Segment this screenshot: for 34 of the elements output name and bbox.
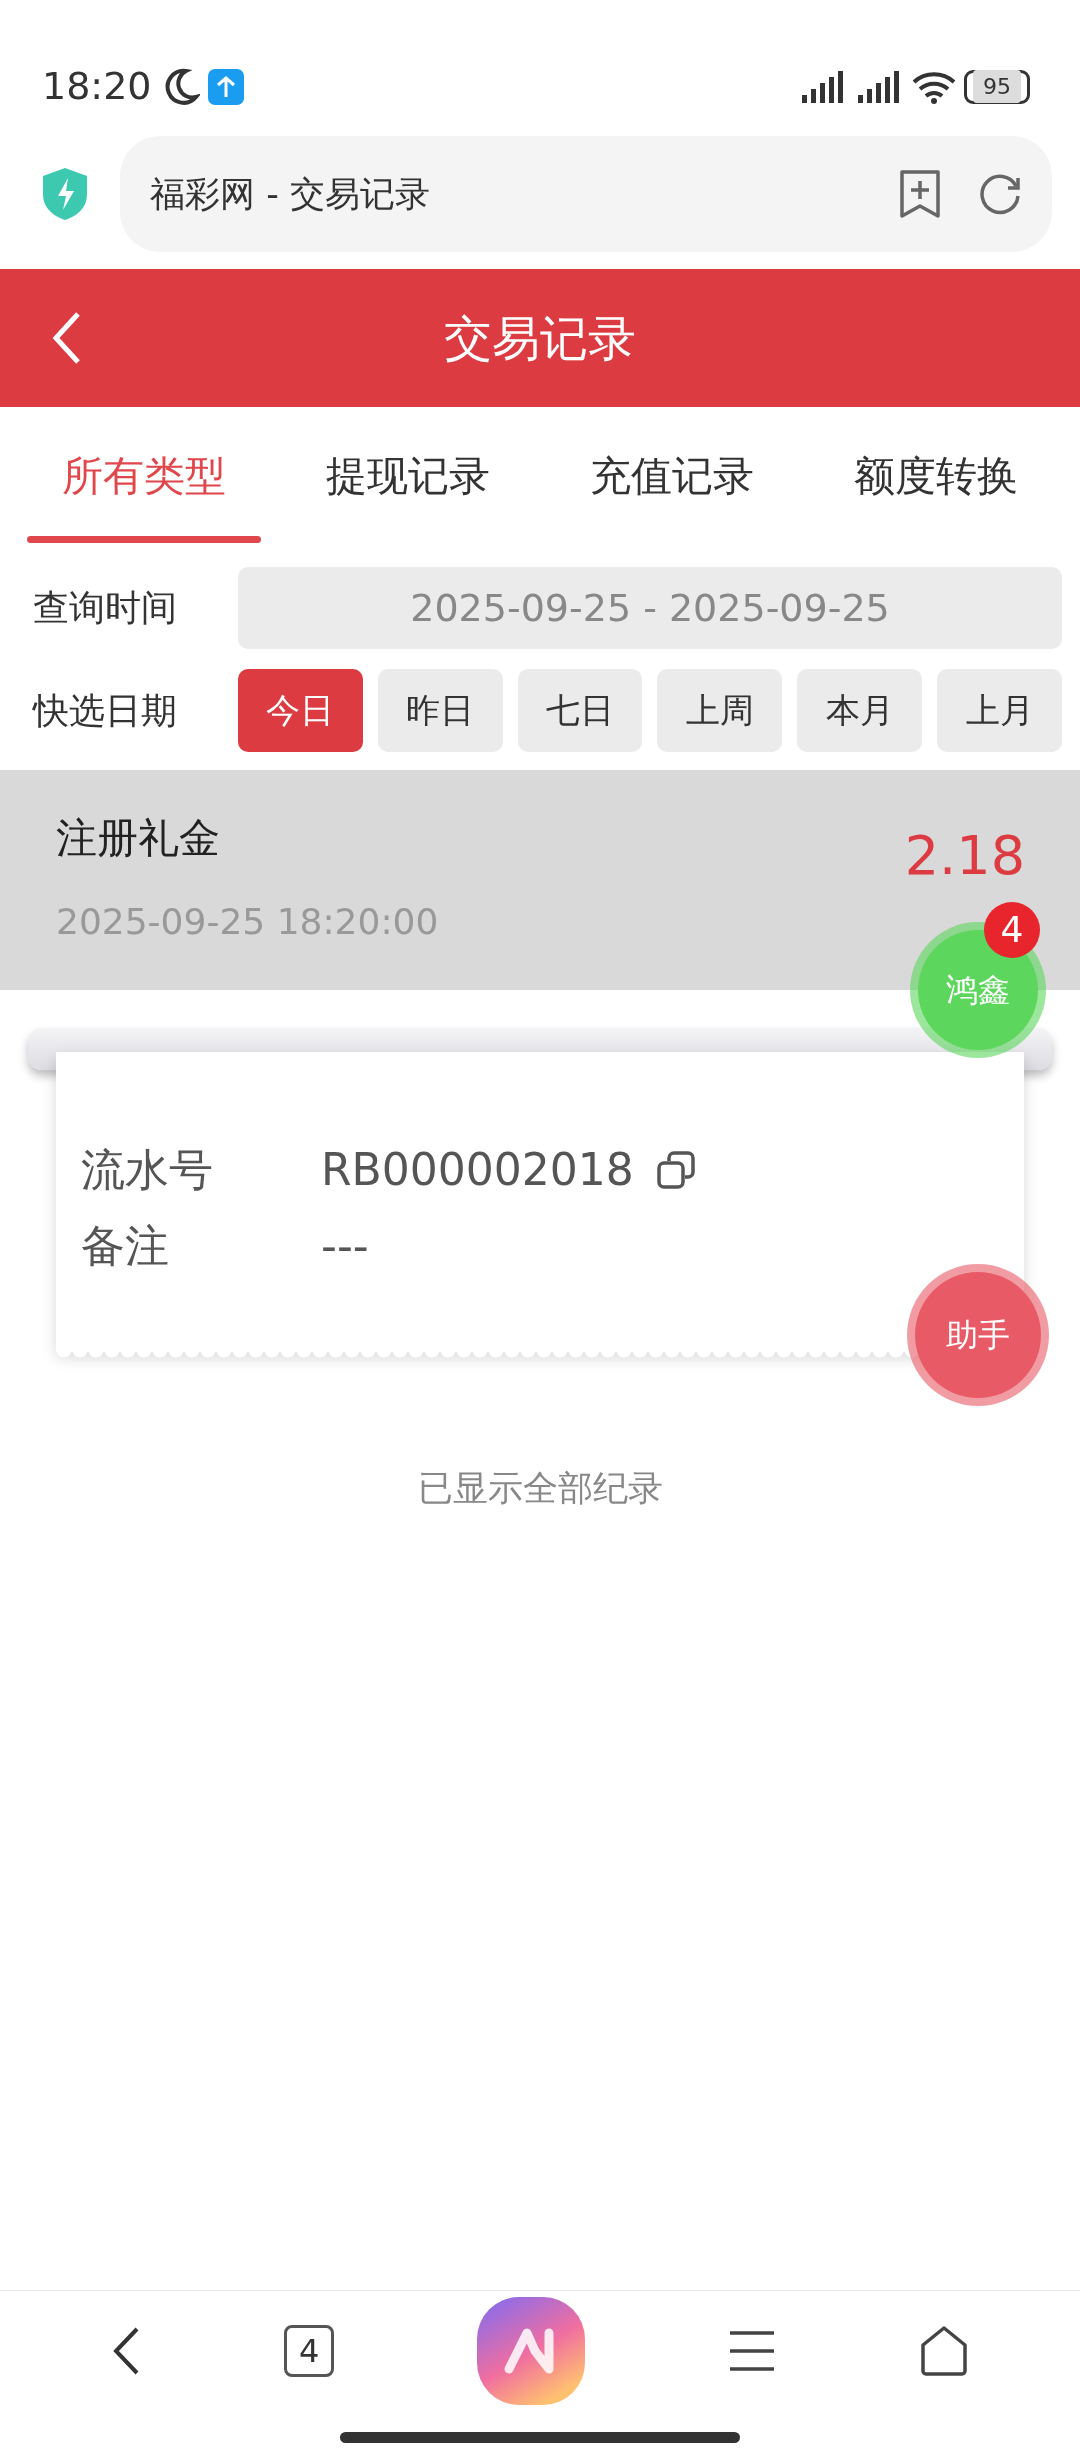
detail-label: 流水号 [81,1143,214,1197]
status-time: 18:20 [42,63,152,110]
end-of-list-text: 已显示全部纪录 [416,1467,664,1510]
record-title: 注册礼金 [56,813,220,864]
tab[interactable]: 所有类型 [12,407,276,547]
date-button[interactable]: 上周 [657,669,783,752]
date-button[interactable]: 本月 [797,669,923,752]
detail-value: --- [321,1219,369,1273]
bookmark-add-icon[interactable] [898,168,942,220]
menu-icon[interactable] [727,2328,776,2373]
page-title: 交易记录 [444,309,636,368]
app-logo-icon[interactable] [477,2296,585,2405]
upload-icon [207,68,244,105]
date-button[interactable]: 七日 [517,669,643,752]
home-icon[interactable] [918,2324,969,2377]
tab-count-button[interactable]: 4 [284,2324,335,2377]
date-button[interactable]: 今日 [238,669,363,752]
tab[interactable]: 额度转换 [804,407,1068,547]
date-button[interactable]: 上月 [937,669,1062,752]
field-label: 查询时间 [33,586,178,630]
tab[interactable]: 提现记录 [276,407,540,547]
copy-icon[interactable] [655,1150,696,1190]
detail-label: 备注 [81,1219,170,1273]
record-time: 2025-09-25 18:20:00 [56,899,439,944]
detail-value: RB000002018 [321,1143,634,1197]
refresh-icon[interactable] [978,172,1022,216]
address-bar[interactable]: 福彩网 - 交易记录 [120,136,1052,252]
tab[interactable]: 充值记录 [540,407,804,547]
battery-icon: 95 [964,69,1030,104]
field-label: 快选日期 [33,688,178,733]
wifi-icon [912,69,956,104]
date-button[interactable]: 昨日 [377,669,503,752]
shield-icon [40,166,90,222]
record-amount: 2.18 [904,826,1025,886]
